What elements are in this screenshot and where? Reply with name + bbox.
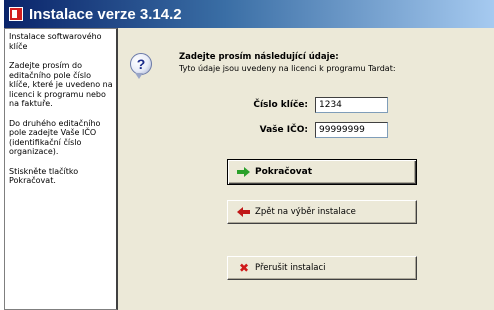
green-arrow-right-icon xyxy=(237,167,251,177)
form-heading: Zadejte prosím následující údaje: xyxy=(179,52,339,62)
title-bar[interactable]: Instalace verze 3.14.2 xyxy=(4,0,494,28)
red-arrow-left-icon xyxy=(237,207,251,217)
key-input[interactable]: 1234 xyxy=(315,97,388,113)
ico-input[interactable]: 99999999 xyxy=(315,122,388,138)
installer-window: Instalace verze 3.14.2 Instalace softwar… xyxy=(4,0,494,310)
question-icon: ? xyxy=(130,53,152,79)
key-label: Číslo klíče: xyxy=(253,100,308,110)
form-subheading: Tyto údaje jsou uvedeny na licenci k pro… xyxy=(179,64,396,73)
cancel-button-label: Přerušit instalaci xyxy=(255,263,326,273)
continue-button[interactable]: Pokračovat xyxy=(227,159,417,185)
app-icon[interactable] xyxy=(9,7,23,21)
red-cross-icon: ✖ xyxy=(238,261,250,275)
ico-label: Vaše IČO: xyxy=(259,125,308,135)
help-text-step-continue: Stiskněte tlačítko Pokračovat. xyxy=(9,166,79,186)
help-text-step-ico: Do druhého editačního pole zadejte Vaše … xyxy=(9,118,101,157)
help-text-title: Instalace softwarového klíče xyxy=(9,32,102,51)
cancel-button[interactable]: ✖ Přerušit instalaci xyxy=(227,256,417,280)
continue-button-label: Pokračovat xyxy=(255,167,313,177)
back-button-label: Zpět na výběr instalace xyxy=(255,207,356,217)
help-text-step-key: Zadejte prosím do editačního pole číslo … xyxy=(9,61,113,108)
help-sidebar: Instalace softwarového klíče Zadejte pro… xyxy=(4,28,118,310)
back-button[interactable]: Zpět na výběr instalace xyxy=(227,200,417,224)
window-title: Instalace verze 3.14.2 xyxy=(29,5,182,23)
